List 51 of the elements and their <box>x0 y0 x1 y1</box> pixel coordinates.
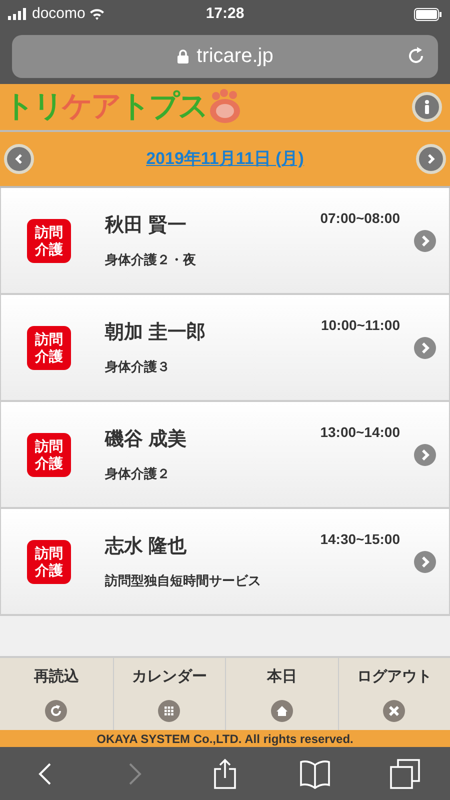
service-badge: 訪問介護 <box>27 218 71 262</box>
copyright-text: OKAYA SYSTEM Co.,LTD. All rights reserved. <box>96 730 354 748</box>
chevron-icon <box>414 444 436 466</box>
client-name: 磯谷 成美 <box>105 427 186 452</box>
client-name: 志水 隆也 <box>105 534 188 558</box>
app-logo: トリケアトプス <box>4 92 207 122</box>
visit-row[interactable]: 訪問介護 磯谷 成美 身体介護２ 13:00~14:00 <box>1 402 449 507</box>
service-type: 身体介護２ <box>105 465 171 483</box>
client-name: 朝加 圭一郎 <box>105 320 206 344</box>
share-icon <box>213 758 237 790</box>
nav-tab[interactable]: 再読込 <box>0 658 112 730</box>
url-text: tricare.jp <box>196 44 274 69</box>
info-button[interactable] <box>412 92 442 122</box>
client-name: 秋田 賢一 <box>105 214 188 238</box>
visit-time: 13:00~14:00 <box>320 423 400 442</box>
visit-row[interactable]: 訪問介護 志水 隆也 訪問型独自短時間サービス 14:30~15:00 <box>1 509 449 614</box>
book-icon <box>299 758 331 788</box>
reload-icon[interactable] <box>406 46 426 66</box>
visit-row[interactable]: 訪問介護 朝加 圭一郎 身体介護３ 10:00~11:00 <box>1 295 449 400</box>
service-type: 身体介護３ <box>105 358 171 376</box>
previous-day-button[interactable] <box>4 144 34 174</box>
chevron-right-icon <box>425 153 437 165</box>
reload-icon <box>45 700 68 722</box>
visit-time: 07:00~08:00 <box>320 209 400 228</box>
close-icon <box>383 700 406 722</box>
signal-icon <box>8 8 28 20</box>
carrier-name: docomo <box>32 4 86 24</box>
next-day-button[interactable] <box>416 144 446 174</box>
service-badge: 訪問介護 <box>27 432 71 476</box>
lock-icon <box>176 48 189 64</box>
forward-icon <box>128 762 142 786</box>
info-icon <box>423 100 431 114</box>
tabs-icon <box>390 758 420 788</box>
chevron-left-icon <box>13 153 25 165</box>
service-type: 訪問型独自短時間サービス <box>105 572 261 590</box>
visit-time: 14:30~15:00 <box>320 530 400 549</box>
battery-icon <box>414 8 442 20</box>
chevron-icon <box>414 551 436 573</box>
home-icon <box>270 700 293 722</box>
visit-row[interactable]: 訪問介護 秋田 賢一 身体介護２・夜 07:00~08:00 <box>1 188 449 293</box>
back-icon <box>38 762 52 786</box>
chevron-icon <box>414 230 436 252</box>
service-badge: 訪問介護 <box>27 540 71 584</box>
grid-icon <box>158 700 180 722</box>
wifi-icon <box>89 8 106 20</box>
chevron-icon <box>414 337 436 359</box>
service-type: 身体介護２・夜 <box>105 251 196 269</box>
paw-icon <box>207 89 243 125</box>
clock: 17:28 <box>206 4 244 24</box>
service-badge: 訪問介護 <box>27 326 71 370</box>
visit-time: 10:00~11:00 <box>320 316 400 335</box>
